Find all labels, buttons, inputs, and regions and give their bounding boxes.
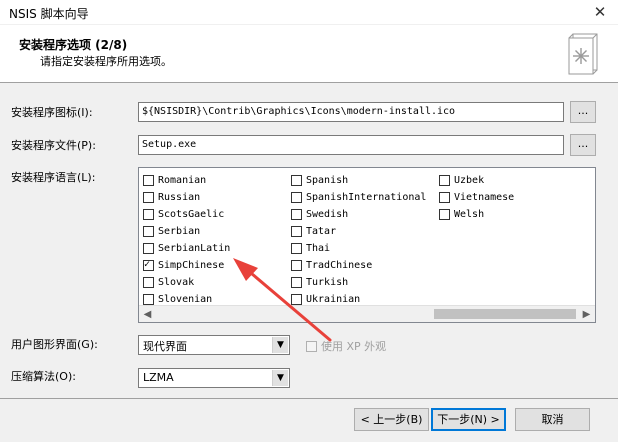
language-name: Uzbek — [454, 175, 485, 186]
language-item[interactable]: Serbian — [143, 223, 230, 240]
language-name: TradChinese — [306, 260, 373, 271]
checkbox-icon[interactable] — [291, 243, 302, 254]
compress-label: 压缩算法(O): — [11, 370, 76, 383]
checkbox-icon[interactable] — [291, 226, 302, 237]
language-item[interactable]: TradChinese — [291, 257, 426, 274]
page-title: 安装程序选项 (2/8) — [19, 38, 128, 52]
compress-select[interactable]: LZMA ▼ — [138, 368, 290, 388]
language-item[interactable]: Slovak — [143, 274, 230, 291]
close-icon[interactable]: ✕ — [589, 3, 611, 21]
language-item[interactable]: Russian — [143, 189, 230, 206]
back-button[interactable]: < 上一步(B) — [354, 408, 429, 431]
wizard-header: 安装程序选项 (2/8) 请指定安装程序所用选项。 — [0, 25, 618, 83]
checkbox-icon[interactable] — [291, 294, 302, 305]
language-name: Serbian — [158, 226, 201, 237]
language-name: Romanian — [158, 175, 207, 186]
language-item[interactable]: Swedish — [291, 206, 426, 223]
language-item[interactable]: Turkish — [291, 274, 426, 291]
checkbox-icon[interactable] — [143, 294, 154, 305]
language-name: Welsh — [454, 209, 485, 220]
language-item[interactable]: Uzbek — [439, 172, 514, 189]
language-item[interactable]: Vietnamese — [439, 189, 514, 206]
checkbox-icon[interactable] — [439, 209, 450, 220]
checkbox-icon[interactable] — [143, 277, 154, 288]
page-subtitle: 请指定安装程序所用选项。 — [40, 55, 172, 68]
language-label: 安装程序语言(L): — [11, 171, 96, 184]
scroll-right-icon[interactable]: ▶ — [578, 306, 595, 323]
ui-select[interactable]: 现代界面 ▼ — [138, 335, 290, 355]
chevron-down-icon[interactable]: ▼ — [272, 370, 288, 386]
checkbox-icon[interactable] — [143, 175, 154, 186]
language-name: Turkish — [306, 277, 349, 288]
ui-label: 用户图形界面(G): — [11, 338, 98, 351]
language-item[interactable]: Tatar — [291, 223, 426, 240]
file-label: 安装程序文件(P): — [11, 139, 96, 152]
xp-checkbox-box — [306, 341, 317, 352]
icon-browse-button[interactable]: ... — [570, 101, 596, 123]
scroll-left-icon[interactable]: ◀ — [139, 306, 156, 323]
next-button[interactable]: 下一步(N) > — [431, 408, 506, 431]
language-name: Swedish — [306, 209, 349, 220]
language-list[interactable]: Romanian Russian ScotsGaelic Serbian Serbian… — [138, 167, 596, 323]
language-item[interactable]: Welsh — [439, 206, 514, 223]
language-item[interactable]: Spanish — [291, 172, 426, 189]
checkbox-icon[interactable] — [291, 260, 302, 271]
checkbox-icon[interactable] — [143, 243, 154, 254]
language-name: Spanish — [306, 175, 349, 186]
cancel-button[interactable]: 取消 — [515, 408, 590, 431]
checkbox-icon[interactable] — [291, 175, 302, 186]
checkbox-icon[interactable] — [291, 277, 302, 288]
language-name: Vietnamese — [454, 192, 515, 203]
file-browse-button[interactable]: ... — [570, 134, 596, 156]
checkbox-icon[interactable] — [291, 192, 302, 203]
chevron-down-icon[interactable]: ▼ — [272, 337, 288, 353]
checkbox-icon[interactable] — [143, 209, 154, 220]
checkbox-checked-icon[interactable] — [143, 258, 154, 271]
language-item[interactable]: SpanishInternational — [291, 189, 426, 206]
language-column-3: Uzbek Vietnamese Welsh — [439, 172, 514, 223]
language-name: Slovak — [158, 277, 195, 288]
language-name: Ukrainian — [306, 294, 361, 305]
language-name: Slovenian — [158, 294, 213, 305]
checkbox-icon[interactable] — [291, 209, 302, 220]
language-item[interactable]: SerbianLatin — [143, 240, 230, 257]
language-name: SimpChinese — [158, 260, 225, 271]
xp-style-checkbox: 使用 XP 外观 — [306, 338, 386, 354]
bottom-divider — [0, 398, 618, 399]
setup-file-field[interactable]: Setup.exe — [138, 135, 564, 155]
scroll-thumb[interactable] — [434, 309, 576, 319]
title-bar: NSIS 脚本向导 ✕ — [0, 0, 618, 25]
language-item[interactable]: SimpChinese — [143, 257, 230, 274]
icon-label: 安装程序图标(I): — [11, 106, 93, 119]
compress-select-value: LZMA — [143, 371, 174, 384]
window-title: NSIS 脚本向导 — [9, 7, 89, 21]
language-name: SpanishInternational — [306, 192, 427, 203]
language-name: Russian — [158, 192, 201, 203]
checkbox-icon[interactable] — [439, 192, 450, 203]
language-name: Thai — [306, 243, 331, 254]
language-item[interactable]: Romanian — [143, 172, 230, 189]
horizontal-scrollbar[interactable]: ◀ ▶ — [139, 305, 595, 322]
ui-select-value: 现代界面 — [143, 340, 187, 353]
language-name: Tatar — [306, 226, 337, 237]
checkbox-icon[interactable] — [143, 192, 154, 203]
icon-path-field[interactable]: ${NSISDIR}\Contrib\Graphics\Icons\modern… — [138, 102, 564, 122]
language-name: SerbianLatin — [158, 243, 231, 254]
language-item[interactable]: ScotsGaelic — [143, 206, 230, 223]
language-column-2: Spanish SpanishInternational Swedish Tatar T… — [291, 172, 426, 308]
installer-book-icon — [568, 33, 598, 75]
xp-style-label: 使用 XP 外观 — [321, 340, 387, 353]
checkbox-icon[interactable] — [439, 175, 450, 186]
language-column-1: Romanian Russian ScotsGaelic Serbian Serbian… — [143, 172, 230, 308]
language-item[interactable]: Thai — [291, 240, 426, 257]
language-name: ScotsGaelic — [158, 209, 225, 220]
checkbox-icon[interactable] — [143, 226, 154, 237]
